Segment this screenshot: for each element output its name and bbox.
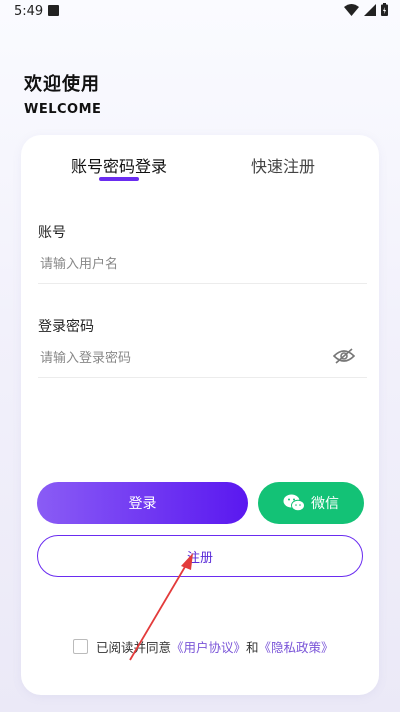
welcome-header: 欢迎使用 WELCOME: [24, 70, 101, 117]
account-label: 账号: [38, 225, 66, 241]
wechat-login-button[interactable]: 微信: [258, 482, 364, 524]
battery-icon: [381, 3, 388, 16]
login-card: 账号密码登录 快速注册 账号 登录密码 登录 微信 注册 已阅读并同意 《用户协…: [21, 135, 379, 695]
wechat-icon: [283, 494, 305, 512]
user-agreement-link[interactable]: 《用户协议》: [171, 637, 246, 656]
register-button[interactable]: 注册: [37, 535, 363, 577]
status-time: 5:49: [14, 4, 44, 19]
agreement-row: 已阅读并同意 《用户协议》 和 《隐私政策》: [73, 637, 334, 656]
account-input[interactable]: [38, 245, 367, 284]
status-icons: [344, 3, 388, 16]
welcome-title: 欢迎使用: [24, 74, 100, 95]
password-label: 登录密码: [38, 319, 94, 335]
welcome-subtitle: WELCOME: [24, 102, 102, 117]
agreement-checkbox[interactable]: [73, 639, 88, 654]
active-tab-indicator: [99, 177, 139, 181]
notification-icon: [48, 5, 59, 16]
wifi-icon: [344, 3, 359, 16]
eye-hidden-icon[interactable]: [333, 348, 355, 364]
wechat-button-label: 微信: [311, 496, 339, 512]
agreement-prefix: 已阅读并同意: [96, 640, 172, 655]
signal-icon: [364, 3, 376, 16]
tab-password-login[interactable]: 账号密码登录: [71, 153, 167, 177]
login-button[interactable]: 登录: [37, 482, 248, 524]
privacy-policy-link[interactable]: 《隐私政策》: [259, 637, 334, 656]
agreement-conjunction: 和: [246, 640, 259, 655]
password-input[interactable]: [38, 339, 367, 378]
tab-quick-register[interactable]: 快速注册: [251, 153, 315, 177]
status-bar: 5:49: [0, 0, 400, 24]
